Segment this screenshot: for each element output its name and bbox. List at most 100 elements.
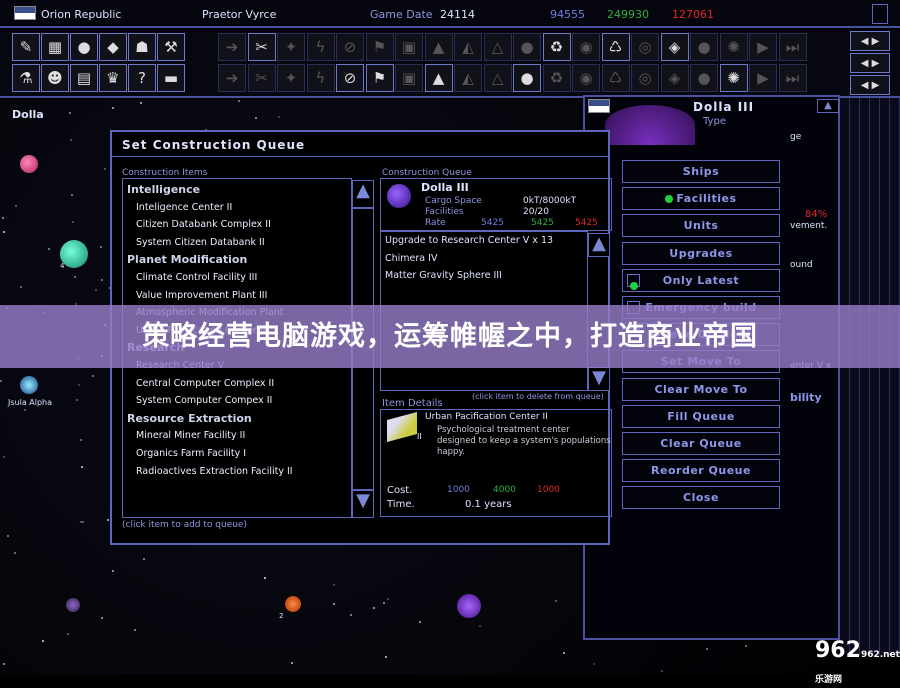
order-button[interactable]: ✦ bbox=[277, 64, 305, 92]
order-button[interactable]: ✺ bbox=[719, 64, 748, 92]
planet-image bbox=[605, 105, 695, 145]
scroll-down-button[interactable]: ▼ bbox=[352, 490, 374, 518]
order-button[interactable]: ♺ bbox=[601, 64, 630, 92]
command-button[interactable]: ? bbox=[128, 64, 156, 92]
rate-radioactives: 5425 bbox=[575, 218, 598, 228]
order-button[interactable]: ● bbox=[513, 64, 541, 92]
order-button[interactable]: ◭ bbox=[454, 64, 482, 92]
button-clear-queue[interactable]: Clear Queue bbox=[622, 432, 780, 455]
construction-item[interactable]: Inteligence Center II bbox=[127, 199, 347, 217]
rate-organics: 5425 bbox=[531, 218, 554, 228]
order-button[interactable]: ✦ bbox=[277, 33, 305, 61]
construction-item[interactable]: Organics Farm Facility I bbox=[127, 445, 347, 463]
order-button[interactable]: ▶ bbox=[749, 64, 777, 92]
star-dot bbox=[563, 652, 566, 655]
order-button[interactable]: ◎ bbox=[631, 64, 659, 92]
order-button[interactable]: ▣ bbox=[395, 64, 423, 92]
construction-item[interactable]: Value Improvement Plant III bbox=[127, 287, 347, 305]
ship-cycle-button[interactable]: ◀ ▶ bbox=[850, 53, 890, 73]
button-units[interactable]: Units bbox=[622, 214, 780, 238]
order-button[interactable]: ⏭ bbox=[778, 64, 807, 92]
order-button[interactable]: ▶ bbox=[749, 33, 777, 61]
planet[interactable] bbox=[285, 596, 301, 612]
command-button[interactable]: ⚒ bbox=[157, 33, 185, 61]
queue-item[interactable]: Upgrade to Research Center V x 13 bbox=[385, 232, 583, 250]
ship-cycle-button[interactable]: ◀ ▶ bbox=[850, 75, 890, 95]
order-button[interactable]: ◉ bbox=[572, 33, 600, 61]
order-button[interactable]: ⚑ bbox=[365, 64, 394, 92]
order-button[interactable]: ● bbox=[690, 33, 718, 61]
order-button[interactable]: ♺ bbox=[601, 33, 630, 61]
construction-item[interactable]: Radioactives Extraction Facility II bbox=[127, 463, 347, 481]
scroll-up-button[interactable]: ▲ bbox=[588, 233, 610, 257]
order-button[interactable]: ♻ bbox=[542, 33, 571, 61]
construction-item[interactable]: Climate Control Facility III bbox=[127, 269, 347, 287]
order-button[interactable]: ◈ bbox=[660, 64, 689, 92]
order-button[interactable]: ϟ bbox=[306, 64, 335, 92]
order-button[interactable]: ➔ bbox=[218, 64, 246, 92]
construction-item[interactable]: Citizen Databank Complex II bbox=[127, 216, 347, 234]
order-button[interactable]: ◉ bbox=[572, 64, 600, 92]
cost-radioactives: 1000 bbox=[537, 485, 560, 495]
planet[interactable] bbox=[66, 598, 80, 612]
star-dot bbox=[24, 408, 27, 411]
queue-item[interactable]: Chimera IV bbox=[385, 250, 583, 268]
construction-item[interactable]: Central Computer Complex II bbox=[127, 375, 347, 393]
order-button[interactable]: ▣ bbox=[395, 33, 423, 61]
button-close[interactable]: Close bbox=[622, 486, 780, 510]
order-button[interactable]: ⊘ bbox=[336, 33, 364, 61]
button-reorder-queue[interactable]: Reorder Queue bbox=[622, 459, 780, 483]
order-button[interactable]: ➔ bbox=[218, 33, 246, 61]
construction-item[interactable]: Mineral Miner Facility II bbox=[127, 427, 347, 445]
star-dot bbox=[385, 656, 388, 659]
button-ships[interactable]: Ships bbox=[622, 160, 780, 183]
planet[interactable] bbox=[457, 594, 481, 618]
command-button[interactable]: ▬ bbox=[157, 64, 185, 92]
star-dot bbox=[386, 597, 389, 600]
button-facilities[interactable]: Facilities bbox=[622, 187, 780, 211]
star[interactable] bbox=[20, 376, 38, 394]
order-button[interactable]: ϟ bbox=[306, 33, 335, 61]
order-button[interactable]: ● bbox=[690, 64, 718, 92]
command-button[interactable]: ◆ bbox=[99, 33, 127, 61]
order-button[interactable]: ♻ bbox=[542, 64, 571, 92]
button-only-latest[interactable]: Only Latest bbox=[622, 268, 780, 292]
order-button[interactable]: ▲ bbox=[424, 33, 453, 61]
command-button[interactable]: ● bbox=[70, 33, 98, 61]
command-button[interactable]: ▦ bbox=[41, 33, 69, 61]
order-button[interactable]: ✂ bbox=[247, 64, 276, 92]
command-button[interactable]: ⚗ bbox=[12, 64, 40, 92]
minimize-button[interactable] bbox=[872, 4, 888, 24]
button-fill-queue[interactable]: Fill Queue bbox=[622, 404, 780, 428]
command-button[interactable]: ▤ bbox=[70, 64, 98, 92]
order-button[interactable]: ▲ bbox=[424, 64, 453, 92]
order-button[interactable]: ● bbox=[513, 33, 541, 61]
order-button[interactable]: ⚑ bbox=[365, 33, 394, 61]
order-button[interactable]: ◎ bbox=[631, 33, 659, 61]
construction-item[interactable]: System Citizen Databank II bbox=[127, 234, 347, 252]
order-button[interactable]: ⊘ bbox=[336, 64, 364, 92]
scroll-up-button[interactable]: ▲ bbox=[817, 99, 839, 113]
queue-item[interactable]: Matter Gravity Sphere III bbox=[385, 267, 583, 285]
button-clear-move-to[interactable]: Clear Move To bbox=[622, 377, 780, 401]
command-button[interactable]: ☗ bbox=[128, 33, 156, 61]
construction-item[interactable]: System Computer Compex II bbox=[127, 392, 347, 410]
order-button[interactable]: ✂ bbox=[247, 33, 276, 61]
planet-number: 2 bbox=[279, 612, 284, 620]
planet[interactable] bbox=[20, 155, 38, 173]
order-button[interactable]: △ bbox=[483, 64, 512, 92]
ship-cycle-button[interactable]: ◀ ▶ bbox=[850, 31, 890, 51]
scroll-up-button[interactable]: ▲ bbox=[352, 180, 374, 208]
command-button[interactable]: ☻ bbox=[41, 64, 69, 92]
order-button[interactable]: ◭ bbox=[454, 33, 482, 61]
scroll-down-button[interactable]: ▼ bbox=[588, 367, 610, 391]
order-button[interactable]: ⏭ bbox=[778, 33, 807, 61]
order-button[interactable]: △ bbox=[483, 33, 512, 61]
order-button[interactable]: ✺ bbox=[719, 33, 748, 61]
order-button[interactable]: ◈ bbox=[660, 33, 689, 61]
checkbox[interactable] bbox=[627, 273, 640, 290]
text-fragment: ge bbox=[790, 132, 802, 142]
command-button[interactable]: ✎ bbox=[12, 33, 40, 61]
button-upgrades[interactable]: Upgrades bbox=[622, 241, 780, 265]
command-button[interactable]: ♛ bbox=[99, 64, 127, 92]
